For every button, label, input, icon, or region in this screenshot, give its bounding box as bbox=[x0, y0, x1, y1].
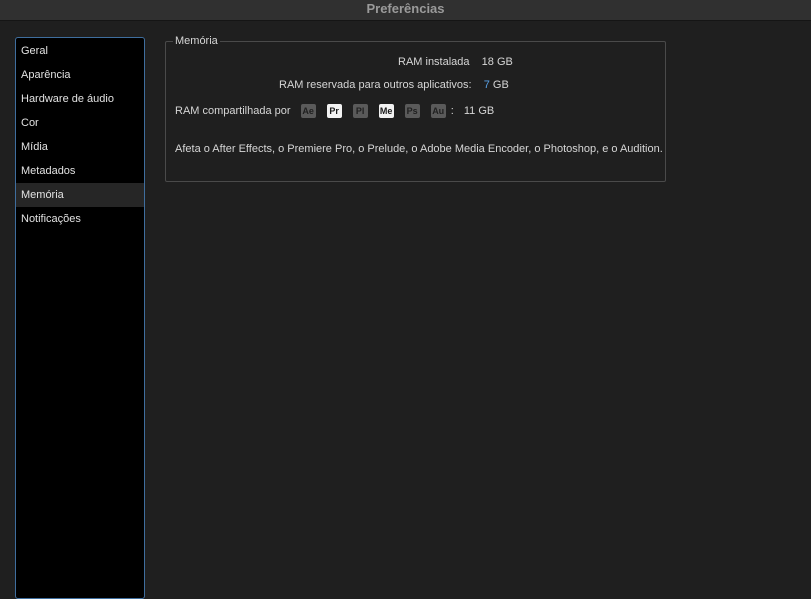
window-title: Preferências bbox=[366, 1, 445, 16]
prelude-app-icon: Pl bbox=[352, 104, 368, 119]
sidebar-item-hardware-de-audio[interactable]: Hardware de áudio bbox=[16, 87, 144, 111]
sidebar-item-midia[interactable]: Mídia bbox=[16, 135, 144, 159]
window-titlebar: Preferências bbox=[0, 0, 811, 21]
installed-ram-label: RAM instalada bbox=[398, 56, 470, 68]
sidebar-item-cor[interactable]: Cor bbox=[16, 111, 144, 135]
memory-group: Memória RAM instalada 18 GB RAM reservad… bbox=[165, 35, 666, 182]
reserved-ram-row: RAM reservada para outros aplicativos: 7… bbox=[279, 78, 509, 92]
sidebar-item-metadados[interactable]: Metadados bbox=[16, 159, 144, 183]
installed-ram-value: 18 GB bbox=[481, 56, 513, 68]
sidebar-item-notificacoes[interactable]: Notificações bbox=[16, 207, 144, 231]
sidebar-item-geral[interactable]: Geral bbox=[16, 39, 144, 63]
after-effects-app-icon: Ae bbox=[300, 104, 316, 119]
shared-ram-label: RAM compartilhada por bbox=[175, 105, 291, 117]
memory-group-label: Memória bbox=[173, 35, 220, 47]
sidebar-item-memoria[interactable]: Memória bbox=[16, 183, 144, 207]
memory-note: Afeta o After Effects, o Premiere Pro, o… bbox=[175, 143, 663, 155]
sidebar-item-aparencia[interactable]: Aparência bbox=[16, 63, 144, 87]
audition-app-icon: Au bbox=[430, 104, 446, 119]
shared-ram-value: 11 GB bbox=[463, 105, 495, 117]
photoshop-app-icon: Ps bbox=[404, 104, 420, 119]
reserved-ram-label: RAM reservada para outros aplicativos: bbox=[279, 79, 472, 91]
shared-ram-separator: : bbox=[450, 105, 454, 117]
premiere-pro-app-icon: Pr bbox=[326, 104, 342, 119]
shared-ram-row: RAM compartilhada por Ae Pr Pl Me Ps Au: 11 G… bbox=[175, 104, 495, 119]
preferences-sidebar: Geral Aparência Hardware de áudio Cor Mí… bbox=[15, 37, 145, 599]
reserved-ram-value[interactable]: 7 bbox=[484, 79, 490, 91]
media-encoder-app-icon: Me bbox=[378, 104, 394, 119]
installed-ram-row: RAM instalada 18 GB bbox=[398, 55, 513, 69]
reserved-ram-unit: GB bbox=[492, 79, 509, 91]
